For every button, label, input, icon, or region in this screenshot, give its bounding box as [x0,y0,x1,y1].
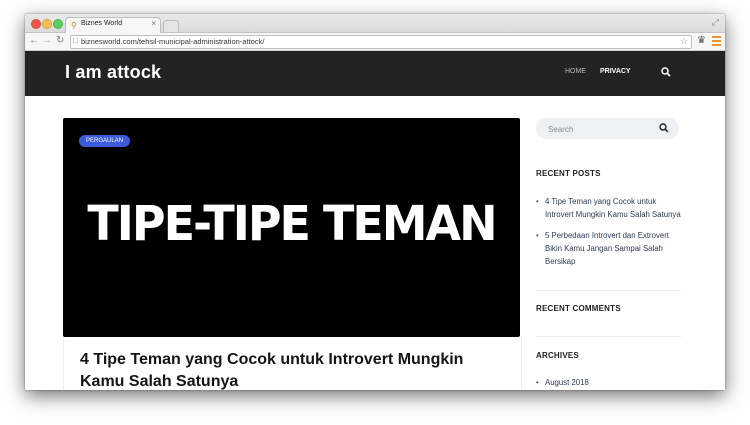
maximize-window-button[interactable] [53,19,63,29]
post-card: 4 Tipe Teman yang Cocok untuk Introvert … [63,337,522,390]
featured-image[interactable]: PERGAULAN TIPE-TIPE TEMAN [63,118,520,337]
page-icon: □ [73,36,78,45]
post-title[interactable]: 4 Tipe Teman yang Cocok untuk Introvert … [80,349,500,390]
recent-comments-heading: RECENT COMMENTS [536,304,621,313]
archive-link[interactable]: August 2018 [536,376,681,389]
widget-divider [536,336,681,337]
sidebar-search [536,118,679,139]
browser-toolbar: ← → ↻ □ biznesworld.com/tehsil-municipal… [25,33,725,51]
recent-posts-list: 4 Tipe Teman yang Cocok untuk Introvert … [536,195,681,276]
search-icon[interactable] [659,123,669,133]
nav-privacy-link[interactable]: PRIVACY [600,68,631,75]
search-input[interactable] [546,122,660,137]
minimize-window-button[interactable] [42,19,52,29]
recent-post-link[interactable]: 5 Perbedaan Introvert dan Extrovert Biki… [536,229,681,268]
pin-favicon-icon: ⚲ [71,21,77,30]
nav-home-link[interactable]: HOME [565,68,586,75]
featured-image-text: TIPE-TIPE TEMAN [87,194,497,252]
browser-tab[interactable]: ⚲ Biznes World × [65,17,161,33]
back-arrow-icon[interactable]: ← [29,35,39,46]
menu-bar-line [712,40,721,42]
star-icon[interactable]: ☆ [680,36,688,47]
archives-list: August 2018 [536,376,681,389]
tab-strip: ⚲ Biznes World × ⤢ [25,14,725,33]
search-icon[interactable] [661,67,671,77]
recent-post-link[interactable]: 4 Tipe Teman yang Cocok untuk Introvert … [536,195,681,221]
close-window-button[interactable] [31,19,41,29]
menu-bar-line [712,44,721,46]
category-badge[interactable]: PERGAULAN [79,135,131,147]
forward-arrow-icon[interactable]: → [42,35,52,46]
menu-bar-line [712,36,721,38]
address-url[interactable]: biznesworld.com/tehsil-municipal-adminis… [81,37,264,46]
address-bar[interactable]: □ biznesworld.com/tehsil-municipal-admin… [70,35,692,49]
archives-heading: ARCHIVES [536,351,579,360]
site-title[interactable]: I am attock [65,62,161,83]
tab-close-icon[interactable]: × [151,19,156,28]
new-tab-button[interactable] [163,20,179,32]
page-viewport: I am attock HOME PRIVACY PERGAULAN TIPE-… [25,51,725,390]
browser-window: ⚲ Biznes World × ⤢ ← → ↻ □ biznesworld.c… [25,14,725,390]
site-header: I am attock HOME PRIVACY [25,51,725,96]
recent-posts-heading: RECENT POSTS [536,169,601,178]
extension-icon[interactable]: ♛ [697,35,706,46]
reload-icon[interactable]: ↻ [56,35,64,46]
hamburger-menu-icon[interactable] [712,34,721,48]
tab-title: Biznes World [81,20,123,27]
widget-divider [536,290,681,291]
fullscreen-icon[interactable]: ⤢ [712,17,719,28]
